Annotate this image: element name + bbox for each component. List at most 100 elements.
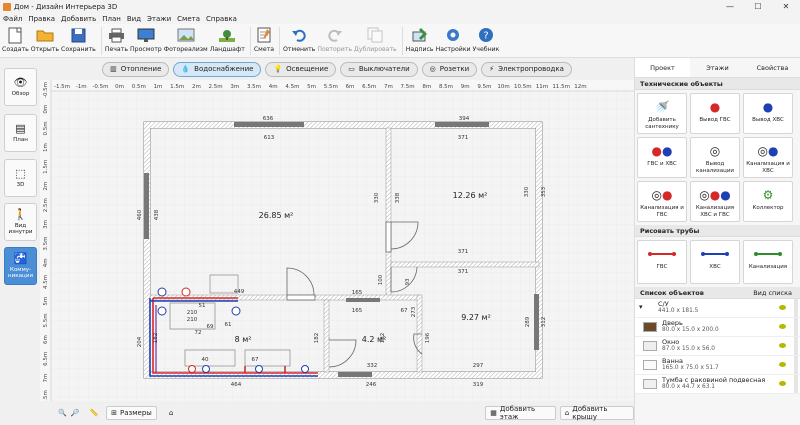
redo-button[interactable]: Повторить xyxy=(317,24,352,58)
hot-outlet-icon: ● xyxy=(709,100,721,114)
minimize-button[interactable]: — xyxy=(716,0,744,13)
dimension-label: 460 xyxy=(137,209,143,220)
view-3d-button[interactable]: ⬚ 3D xyxy=(4,159,37,197)
plan-canvas[interactable]: -1.5m -1m -0.5m 0m 0.5m 1m 1.5m 2m 2.5m 3m 3.5m 4m 4… xyxy=(40,80,634,401)
collector-icon: ⚙ xyxy=(762,188,774,202)
menu-help[interactable]: Справка xyxy=(203,15,240,23)
visibility-icon[interactable] xyxy=(779,381,786,386)
sewer-hot-tile[interactable]: ◎ ● Канализация и ГВС xyxy=(637,181,687,222)
list-item[interactable]: Тумба с раковиной подвесная 80.0 x 44.7 x… xyxy=(635,375,800,394)
svg-text:?: ? xyxy=(483,31,488,42)
list-item[interactable]: Дверь 80.0 x 15.0 x 200.0 xyxy=(635,318,800,337)
estimate-label: Смета xyxy=(253,46,275,53)
visibility-icon[interactable] xyxy=(779,305,786,310)
maximize-button[interactable]: ☐ xyxy=(744,0,772,13)
room-area-living: 26.85 м² xyxy=(259,211,294,220)
list-item[interactable]: ▾ С/У 441.0 x 181.5 xyxy=(635,299,800,318)
visibility-icon[interactable] xyxy=(779,324,786,329)
floor-plan[interactable]: -1.5m -1m -0.5m 0m 0.5m 1m 1.5m 2m 2.5m 3m 3.5m 4m 4… xyxy=(40,80,634,401)
create-button[interactable]: Создать xyxy=(2,24,29,58)
view-communications-button[interactable]: 🚰 Комму-никации xyxy=(4,247,37,285)
collector-tile[interactable]: ⚙ Коллектор xyxy=(743,181,793,222)
sewer-cold-tile[interactable]: ◎ ● Канализация и ХВС xyxy=(743,137,793,178)
list-view-toggle[interactable]: Вид списка xyxy=(753,289,792,297)
estimate-button[interactable]: Смета xyxy=(254,24,274,58)
zoom-in-button[interactable]: 🔎 xyxy=(71,406,80,420)
zoom-out-button[interactable]: 🔍 xyxy=(58,406,67,420)
add-plumbing-tile[interactable]: 🚿 Добавить сантехнику xyxy=(637,93,687,134)
create-label: Создать xyxy=(2,46,29,53)
mode-switches[interactable]: ▭ Выключатели xyxy=(340,61,418,77)
hot-water-outlet-tile[interactable]: ● Вывод ГВС xyxy=(690,93,740,134)
dimension-label: 51 xyxy=(199,303,206,309)
canvas-bottom-bar: 🔍 🔎 📏 ⊞ Размеры ⌂ ▦ Добавить этаж ⌂ Добавит… xyxy=(40,401,634,425)
mode-heating[interactable]: ▥ Отопление xyxy=(102,61,170,77)
home-button[interactable]: ⌂ xyxy=(169,406,173,420)
menu-view[interactable]: Вид xyxy=(124,15,144,23)
mode-sockets[interactable]: ◎ Розетки xyxy=(421,61,478,77)
landscape-button[interactable]: Ландшафт xyxy=(210,24,245,58)
dimension-label: 182 xyxy=(380,333,386,344)
ruler-tick-label: 11.5m xyxy=(552,84,570,90)
ruler-tick-label: 2.5m xyxy=(209,84,223,90)
menu-file[interactable]: Файл xyxy=(0,15,25,23)
door-icon xyxy=(643,322,657,332)
help-icon: ? xyxy=(476,26,496,44)
tab-project[interactable]: Проект xyxy=(635,58,690,77)
undo-button[interactable]: Отменить xyxy=(283,24,315,58)
dimensions-button[interactable]: ⊞ Размеры xyxy=(106,406,157,420)
menu-edit[interactable]: Правка xyxy=(25,15,58,23)
view-plan-button[interactable]: ▤ План xyxy=(4,114,37,152)
new-file-icon xyxy=(5,26,25,44)
menu-estimate[interactable]: Смета xyxy=(174,15,203,23)
menu-floors[interactable]: Этажи xyxy=(144,15,174,23)
open-button[interactable]: Открыть xyxy=(31,24,59,58)
ruler-tick-label: 8.5m xyxy=(439,84,453,90)
ruler-tick-label: 1m xyxy=(43,143,49,152)
visibility-icon[interactable] xyxy=(779,362,786,367)
pipe-sewer-tile[interactable]: Канализация xyxy=(743,240,793,284)
ruler-tick-label: 3m xyxy=(43,220,49,229)
list-item[interactable]: Ванна 165.0 x 75.0 x 51.7 xyxy=(635,356,800,375)
tab-floors[interactable]: Этажи xyxy=(690,58,745,77)
settings-button[interactable]: Настройки xyxy=(436,24,471,58)
close-button[interactable]: ✕ xyxy=(772,0,800,13)
sewer-cold-hot-tile[interactable]: ◎ ● ● Канализация ХВС и ГВС xyxy=(690,181,740,222)
switches-label: Выключатели xyxy=(358,65,410,73)
list-item[interactable]: Окно 87.0 x 15.0 x 56.0 xyxy=(635,337,800,356)
menu-add[interactable]: Добавить xyxy=(58,15,99,23)
switch-icon: ▭ xyxy=(348,65,355,73)
save-button[interactable]: Сохранить xyxy=(61,24,96,58)
view-inside-button[interactable]: 🚶 Вид изнутри xyxy=(4,203,37,241)
pipes-grid: ГВС ХВС Канализация xyxy=(635,237,800,287)
dimensions-label: Размеры xyxy=(120,409,152,417)
redo-label: Повторить xyxy=(317,46,353,53)
add-roof-button[interactable]: ⌂ Добавить крышу xyxy=(559,405,634,421)
toolbar: Создать Открыть Сохранить Печать Просмот… xyxy=(0,24,800,58)
pipe-hot-tile[interactable]: ГВС xyxy=(637,240,687,284)
label-button[interactable]: Надпись xyxy=(406,24,434,58)
mode-wiring[interactable]: ⚡ Электропроводка xyxy=(481,61,572,77)
print-button[interactable]: Печать xyxy=(105,24,128,58)
duplicate-button[interactable]: Дублировать xyxy=(354,24,397,58)
add-floor-button[interactable]: ▦ Добавить этаж xyxy=(485,405,556,421)
menu-plan[interactable]: План xyxy=(99,15,124,23)
view-overview-button[interactable]: 👁 Обзор xyxy=(4,68,37,106)
tutorial-button[interactable]: ? Учебник xyxy=(473,24,499,58)
add-roof-label: Добавить крышу xyxy=(572,405,608,421)
ruler-tick-label: 5.5m xyxy=(324,84,338,90)
hot-cold-tile[interactable]: ● ● ГВС и ХВС xyxy=(637,137,687,178)
ruler-tick-label: 2.5m xyxy=(43,198,49,212)
preview-button[interactable]: Просмотр xyxy=(130,24,162,58)
photorealism-button[interactable]: Фотореализм xyxy=(164,24,208,58)
mode-water[interactable]: 💧 Водоснабжение xyxy=(173,61,262,77)
visibility-icon[interactable] xyxy=(779,343,786,348)
tab-properties[interactable]: Свойства xyxy=(745,58,800,77)
cold-water-outlet-tile[interactable]: ● Вывод ХВС xyxy=(743,93,793,134)
sewer-outlet-tile[interactable]: ◎ Вывод канализации xyxy=(690,137,740,178)
pipe-cold-tile[interactable]: ХВС xyxy=(690,240,740,284)
ruler-tick-label: 0m xyxy=(43,105,49,114)
ruler-button[interactable]: 📏 xyxy=(89,406,98,420)
mode-lighting[interactable]: 💡 Освещение xyxy=(265,61,337,77)
object-size: 87.0 x 15.0 x 56.0 xyxy=(662,346,715,352)
